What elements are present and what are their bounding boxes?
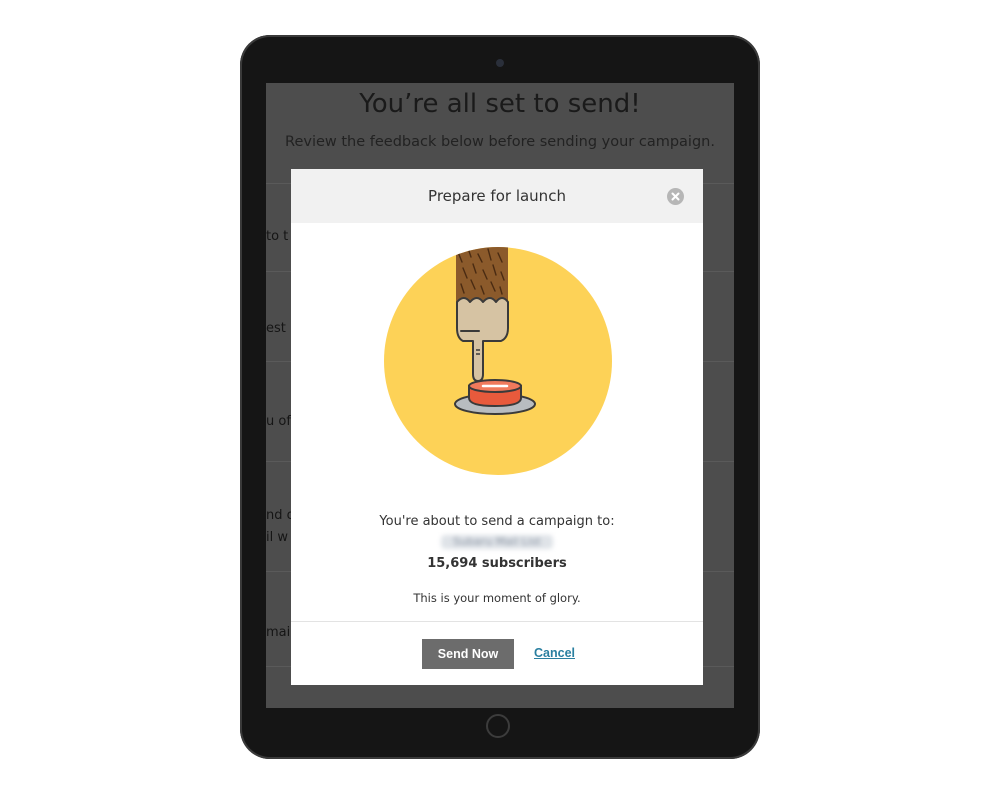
checklist-text: il w (266, 530, 288, 545)
modal-header: Prepare for launch (291, 169, 703, 223)
list-name: Subaru Mail List (441, 535, 553, 549)
modal-title: Prepare for launch (428, 187, 566, 205)
subscriber-count: 15,694 subscribers (427, 556, 567, 571)
close-icon[interactable] (667, 188, 684, 205)
launch-illustration-icon (384, 247, 612, 475)
page-subtitle: Review the feedback below before sending… (285, 134, 715, 150)
about-text: You're about to send a campaign to: (379, 514, 615, 529)
launch-modal: Prepare for launch You're about to send … (291, 169, 703, 685)
page-title: You’re all set to send! (359, 89, 641, 119)
tagline: This is your moment of glory. (413, 591, 581, 605)
home-button[interactable] (486, 714, 510, 738)
checklist-text: u of (266, 414, 291, 429)
checklist-text: to t (266, 229, 289, 244)
cancel-link[interactable]: Cancel (534, 646, 575, 660)
checklist-text: mail (266, 625, 294, 640)
checklist-text: est (266, 321, 286, 336)
camera-icon (496, 59, 504, 67)
send-now-button[interactable]: Send Now (422, 639, 514, 669)
divider (291, 621, 703, 622)
